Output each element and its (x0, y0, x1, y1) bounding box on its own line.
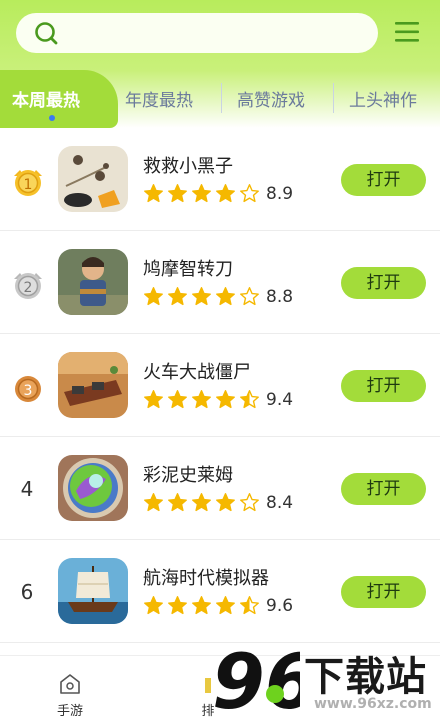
star-filled-icon (216, 184, 235, 203)
star-filled-icon (144, 287, 163, 306)
silver-medal-icon: 2 (14, 273, 42, 299)
star-filled-icon (192, 287, 211, 306)
svg-text:96: 96 (212, 637, 300, 723)
star-empty-icon (240, 287, 259, 306)
star-filled-icon (192, 596, 211, 615)
list-item[interactable]: 6 航海时代模拟器 9.6 打开 (0, 540, 440, 643)
app-icon[interactable] (58, 146, 128, 212)
star-filled-icon (192, 390, 211, 409)
rating-score: 8.9 (266, 184, 294, 204)
tab-label: 本周最热 (12, 91, 80, 111)
star-filled-icon (144, 390, 163, 409)
tab-bar: 本周最热 年度最热 高赞游戏 上头神作 (0, 70, 440, 128)
home-icon (60, 674, 80, 694)
nav-label: 手游 (56, 704, 83, 719)
bronze-medal-icon: 3 (15, 376, 41, 402)
menu-icon[interactable] (394, 20, 420, 44)
star-rating (143, 286, 263, 308)
star-half-icon (240, 596, 259, 615)
star-filled-icon (144, 596, 163, 615)
rating-score: 8.4 (266, 493, 294, 513)
tab-weekly-hot[interactable]: 本周最热 (0, 70, 118, 128)
nav-item-games[interactable]: 手游 (40, 656, 100, 723)
star-filled-icon (144, 493, 163, 512)
svg-text:3: 3 (24, 383, 33, 399)
rating-score: 9.6 (266, 596, 294, 616)
star-filled-icon (216, 287, 235, 306)
star-filled-icon (168, 390, 187, 409)
watermark-logo: 96 (212, 637, 300, 723)
tab-divider (221, 83, 222, 113)
open-button[interactable]: 打开 (341, 473, 426, 505)
search-input[interactable] (16, 13, 378, 53)
star-half-icon (240, 390, 259, 409)
gold-medal-icon: 1 (14, 170, 42, 196)
star-filled-icon (216, 390, 235, 409)
star-rating (143, 389, 263, 411)
list-item[interactable]: 4 彩泥史莱姆 8.4 打开 (0, 437, 440, 540)
star-empty-icon (240, 493, 259, 512)
app-icon[interactable] (58, 249, 128, 315)
app-icon[interactable] (58, 558, 128, 624)
open-button[interactable]: 打开 (341, 164, 426, 196)
star-filled-icon (168, 184, 187, 203)
open-button[interactable]: 打开 (341, 267, 426, 299)
top-header: 本周最热 年度最热 高赞游戏 上头神作 (0, 0, 440, 128)
svg-text:1: 1 (24, 177, 33, 193)
app-name: 火车大战僵尸 (143, 362, 251, 383)
watermark-url: www.96xz.com (314, 696, 432, 712)
star-filled-icon (216, 596, 235, 615)
star-filled-icon (144, 184, 163, 203)
app-icon[interactable] (58, 352, 128, 418)
search-icon (35, 22, 58, 45)
rank-number: 4 (20, 477, 34, 501)
star-filled-icon (168, 493, 187, 512)
open-button[interactable]: 打开 (341, 370, 426, 402)
app-name: 彩泥史莱姆 (143, 465, 233, 486)
app-name: 航海时代模拟器 (143, 568, 269, 589)
svg-text:2: 2 (24, 280, 33, 296)
active-indicator (49, 115, 55, 121)
star-filled-icon (192, 493, 211, 512)
star-filled-icon (216, 493, 235, 512)
app-icon[interactable] (58, 455, 128, 521)
app-name: 鸠摩智转刀 (143, 259, 233, 280)
star-filled-icon (168, 287, 187, 306)
star-filled-icon (192, 184, 211, 203)
tab-divider (333, 83, 334, 113)
rating-score: 9.4 (266, 390, 294, 410)
star-rating (143, 183, 263, 205)
rating-score: 8.8 (266, 287, 294, 307)
open-button[interactable]: 打开 (341, 576, 426, 608)
list-item[interactable]: 2 鸠摩智转刀 8.8 打开 (0, 231, 440, 334)
star-filled-icon (168, 596, 187, 615)
star-empty-icon (240, 184, 259, 203)
tab-yearly-hot[interactable]: 年度最热 (125, 86, 193, 111)
star-rating (143, 595, 263, 617)
site-watermark: 96 下载站 www.96xz.com (210, 636, 440, 723)
rank-number: 6 (20, 580, 34, 604)
list-item[interactable]: 3 火车大战僵尸 9.4 打开 (0, 334, 440, 437)
app-name: 救救小黑子 (143, 156, 233, 177)
tab-most-liked[interactable]: 高赞游戏 (237, 86, 305, 111)
star-rating (143, 492, 263, 514)
tab-addictive[interactable]: 上头神作 (349, 86, 417, 111)
list-item[interactable]: 1 救救小黑子 8.9 打开 (0, 128, 440, 231)
watermark-text: 下载站 (304, 654, 427, 700)
